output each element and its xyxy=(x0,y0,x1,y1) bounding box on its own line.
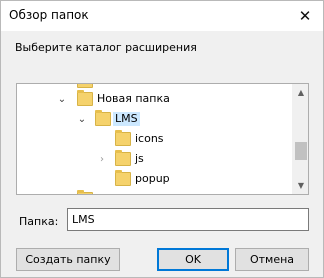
title-bar: Обзор папок ✕ xyxy=(1,1,323,31)
folder-icon xyxy=(95,110,111,126)
folder-icon xyxy=(77,84,93,88)
close-icon[interactable]: ✕ xyxy=(287,1,323,31)
window-title: Обзор папок xyxy=(9,8,89,22)
folder-icon xyxy=(115,150,131,166)
tree-item-label[interactable]: Новая папка xyxy=(95,92,172,106)
tree-row-js[interactable]: › js xyxy=(17,149,293,169)
tree-item-label[interactable]: js xyxy=(133,152,146,166)
browse-folders-dialog: Обзор папок ✕ Выберите каталог расширени… xyxy=(0,0,324,278)
scroll-down-icon[interactable]: ▼ xyxy=(293,177,308,194)
tree-item-label[interactable]: icons xyxy=(133,132,166,146)
folder-tree[interactable]: ⌄ Новая папка ⌄ LMS icons › js popup ▲ ▼ xyxy=(16,83,309,195)
scrollbar-thumb[interactable] xyxy=(295,142,307,160)
folder-icon xyxy=(115,170,131,186)
scroll-up-icon[interactable]: ▲ xyxy=(293,84,308,101)
tree-row-new-folder[interactable]: ⌄ Новая папка xyxy=(17,89,293,109)
chevron-right-icon[interactable]: › xyxy=(97,149,107,169)
tree-row-lms[interactable]: ⌄ LMS xyxy=(17,109,293,129)
tree-row-popup[interactable]: popup xyxy=(17,169,293,189)
cancel-button[interactable]: Отмена xyxy=(235,248,309,271)
folder-tree-viewport: ⌄ Новая папка ⌄ LMS icons › js popup xyxy=(17,84,293,194)
dialog-prompt: Выберите каталог расширения xyxy=(15,41,197,54)
tree-row-partial-bottom xyxy=(17,189,293,194)
tree-item-label[interactable]: popup xyxy=(133,172,172,186)
folder-icon xyxy=(77,90,93,106)
folder-name-input[interactable] xyxy=(67,208,309,231)
folder-icon xyxy=(77,190,93,194)
vertical-scrollbar[interactable]: ▲ ▼ xyxy=(292,84,308,194)
ok-button[interactable]: OK xyxy=(157,248,229,271)
folder-icon xyxy=(115,130,131,146)
tree-item-label-selected[interactable]: LMS xyxy=(113,112,140,126)
folder-field-label: Папка: xyxy=(19,215,59,228)
tree-row-icons[interactable]: icons xyxy=(17,129,293,149)
chevron-down-icon[interactable]: ⌄ xyxy=(57,89,67,109)
chevron-right-icon xyxy=(57,189,67,194)
chevron-down-icon[interactable]: ⌄ xyxy=(77,109,87,129)
create-folder-button[interactable]: Создать папку xyxy=(16,248,120,271)
